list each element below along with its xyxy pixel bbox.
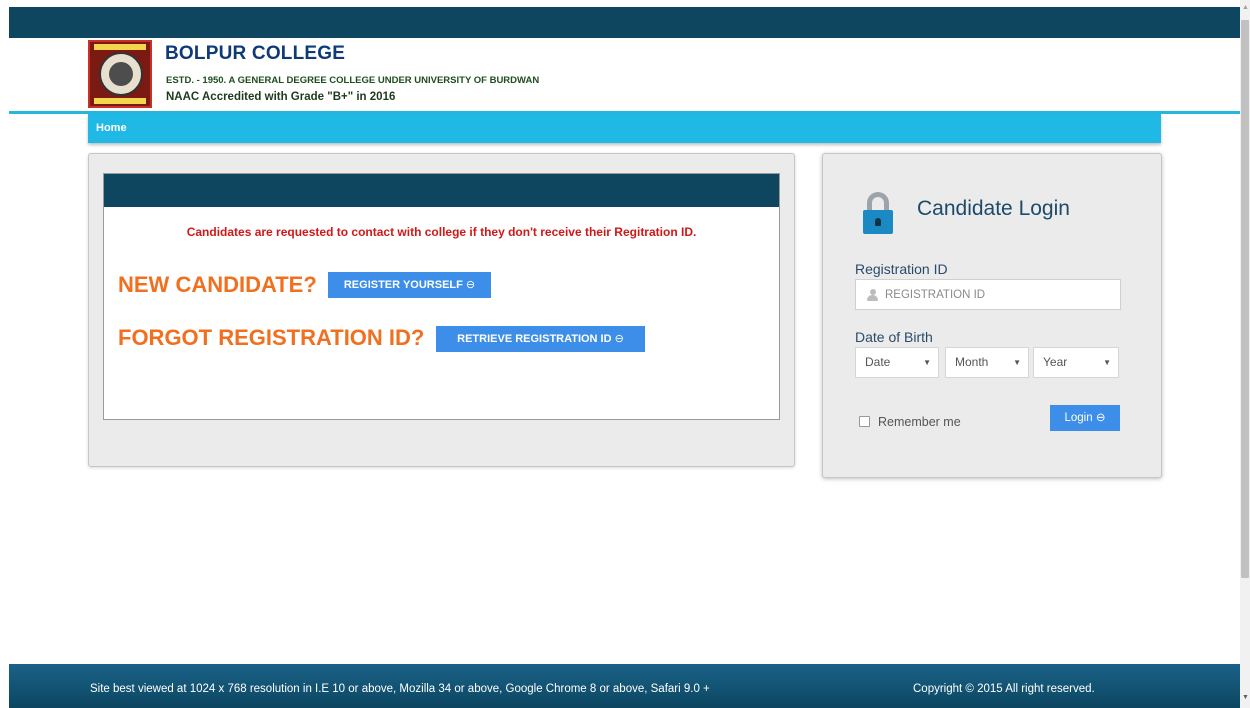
registration-box-header [104, 174, 779, 207]
scroll-up-icon[interactable]: ▲ [1242, 4, 1249, 11]
registration-box: Candidates are requested to contact with… [103, 173, 780, 420]
college-seal-icon [88, 40, 152, 108]
registration-panel: Candidates are requested to contact with… [88, 153, 795, 467]
dropdown-caret-icon: ▼ [923, 358, 931, 367]
notice-text: Candidates are requested to contact with… [186, 225, 697, 239]
dropdown-caret-icon: ▼ [1013, 358, 1021, 367]
circle-arrow-icon: ⊖ [1095, 412, 1106, 424]
copyright-text: Copyright © 2015 All right reserved. [913, 683, 1095, 695]
scroll-down-icon[interactable]: ▼ [1242, 694, 1249, 701]
top-banner-strip [9, 7, 1240, 38]
date-of-birth-label: Date of Birth [855, 329, 933, 345]
accreditation-text: NAAC Accredited with Grade "B+" in 2016 [166, 91, 396, 103]
new-candidate-label: NEW CANDIDATE? [118, 272, 317, 297]
college-subtitle: ESTD. - 1950. A GENERAL DEGREE COLLEGE U… [166, 75, 540, 86]
login-button[interactable]: Login ⊖ [1050, 405, 1120, 431]
retrieve-registration-button[interactable]: RETRIEVE REGISTRATION ID ⊖ [436, 326, 645, 352]
page-scrollbar[interactable]: ▲ ▼ [1240, 0, 1250, 708]
scrollbar-thumb[interactable] [1241, 20, 1249, 578]
nav-home-link[interactable]: Home [96, 122, 127, 134]
registration-id-field [855, 279, 1121, 310]
candidate-login-panel: Candidate Login Registration ID Date of … [822, 153, 1162, 478]
user-icon [867, 289, 878, 301]
remember-me-label: Remember me [878, 415, 961, 429]
registration-id-input[interactable] [885, 280, 1110, 309]
year-select[interactable]: Year ▼ [1033, 347, 1119, 378]
dropdown-caret-icon: ▼ [1103, 358, 1111, 367]
browser-recommendation-text: Site best viewed at 1024 x 768 resolutio… [90, 683, 710, 695]
site-header: BOLPUR COLLEGE ESTD. - 1950. A GENERAL D… [85, 40, 985, 110]
month-select[interactable]: Month ▼ [945, 347, 1029, 378]
site-footer: Site best viewed at 1024 x 768 resolutio… [9, 664, 1240, 708]
date-select[interactable]: Date ▼ [855, 347, 939, 378]
padlock-icon [863, 192, 903, 234]
page: BOLPUR COLLEGE ESTD. - 1950. A GENERAL D… [0, 0, 1250, 708]
register-yourself-button[interactable]: REGISTER YOURSELF ⊖ [328, 272, 491, 298]
remember-me-checkbox[interactable] [859, 416, 870, 427]
circle-arrow-icon: ⊖ [614, 333, 624, 345]
registration-id-label: Registration ID [855, 261, 948, 277]
forgot-registration-label: FORGOT REGISTRATION ID? [118, 325, 425, 350]
login-title: Candidate Login [917, 197, 1070, 220]
college-name: BOLPUR COLLEGE [165, 43, 346, 64]
circle-arrow-icon: ⊖ [465, 279, 476, 291]
main-nav: Home [88, 114, 1161, 143]
